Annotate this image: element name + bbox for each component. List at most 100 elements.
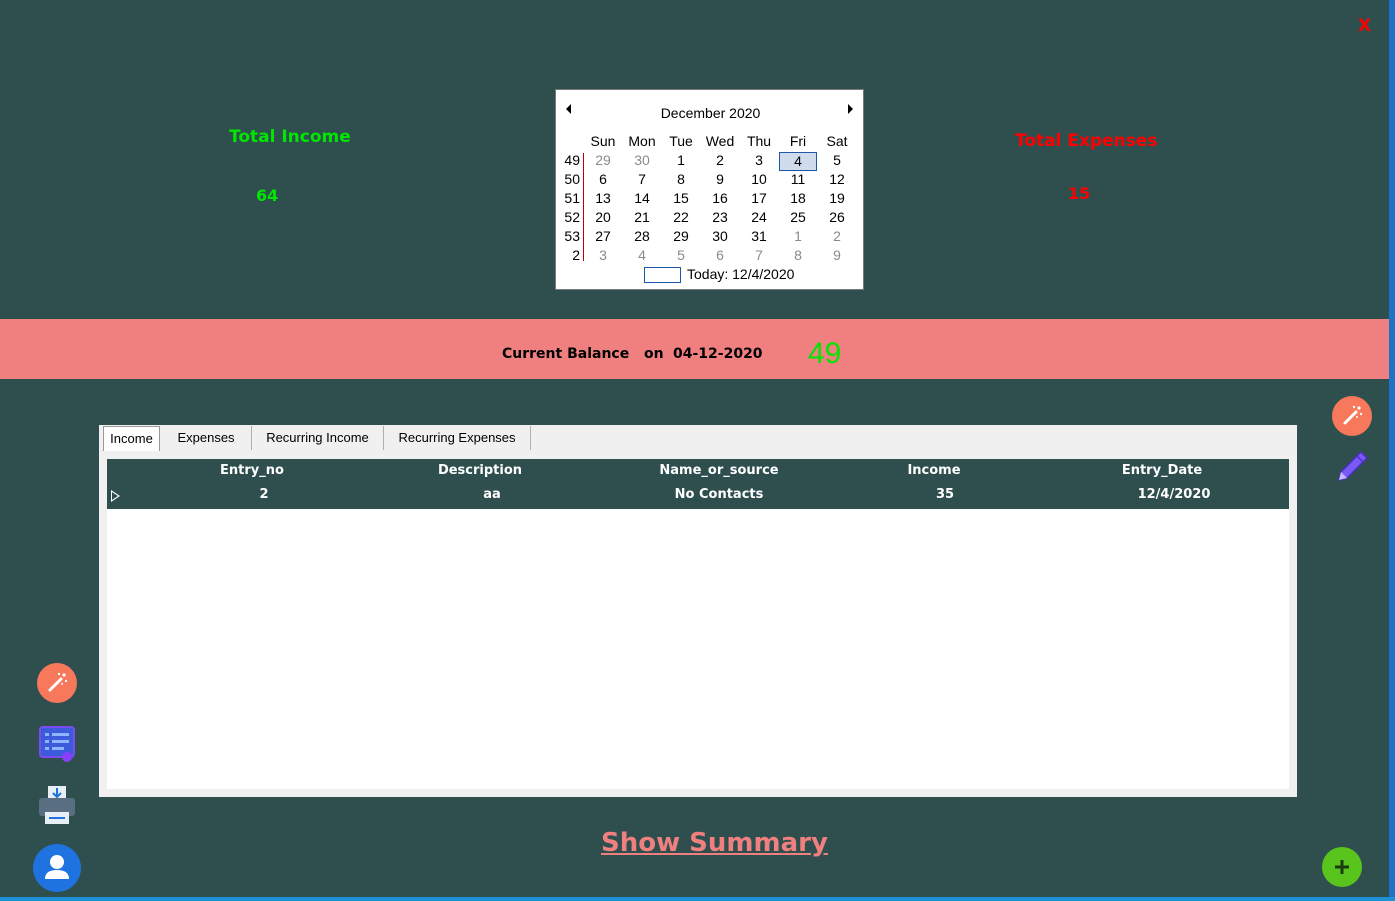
calendar-today-link[interactable]: Today: 12/4/2020 bbox=[687, 266, 794, 282]
calendar-day[interactable]: 16 bbox=[701, 190, 739, 206]
calendar-week-row: 23456789 bbox=[556, 247, 856, 266]
calendar-weekday-label: Sat bbox=[826, 133, 848, 149]
column-header-entry-no[interactable]: Entry_no bbox=[197, 463, 307, 478]
calendar-day[interactable]: 7 bbox=[740, 247, 778, 263]
cell-income[interactable]: 35 bbox=[890, 487, 1000, 502]
calendar-day[interactable]: 29 bbox=[584, 152, 622, 168]
calendar-weekday-label: Tue bbox=[669, 133, 693, 149]
calendar-day[interactable]: 2 bbox=[818, 228, 856, 244]
add-icon[interactable] bbox=[1322, 847, 1362, 887]
calendar-day[interactable]: 30 bbox=[623, 152, 661, 168]
window-edge-right bbox=[1389, 0, 1395, 901]
calendar-day[interactable]: 15 bbox=[662, 190, 700, 206]
calendar-day[interactable]: 1 bbox=[779, 228, 817, 244]
calendar-day[interactable]: 13 bbox=[584, 190, 622, 206]
calendar-day[interactable]: 4 bbox=[623, 247, 661, 263]
calendar-day[interactable]: 31 bbox=[740, 228, 778, 244]
calendar-week-number: 49 bbox=[564, 152, 580, 168]
balance-on-label: on bbox=[644, 346, 664, 362]
calendar-day[interactable]: 3 bbox=[584, 247, 622, 263]
report-list-icon[interactable] bbox=[37, 723, 77, 765]
cell-entry-no[interactable]: 2 bbox=[209, 487, 319, 502]
cell-description[interactable]: aa bbox=[437, 487, 547, 502]
tab-income[interactable]: Income bbox=[103, 426, 160, 451]
calendar-day[interactable]: 17 bbox=[740, 190, 778, 206]
month-calendar[interactable]: December 2020 Sun Mon Tue Wed Thu Fri Sat 49 29 3… bbox=[555, 89, 864, 290]
user-icon[interactable] bbox=[33, 844, 81, 892]
calendar-weekday-label: Thu bbox=[746, 133, 772, 149]
calendar-day[interactable]: 3 bbox=[740, 152, 778, 168]
calendar-selected-day[interactable]: 4 bbox=[779, 152, 817, 171]
calendar-day[interactable]: 6 bbox=[701, 247, 739, 263]
calendar-week-number: 53 bbox=[564, 228, 580, 244]
calendar-day[interactable]: 5 bbox=[818, 152, 856, 168]
total-income-value: 64 bbox=[256, 186, 279, 205]
column-header-description[interactable]: Description bbox=[425, 463, 535, 478]
calendar-week-number: 2 bbox=[572, 247, 580, 263]
calendar-day[interactable]: 27 bbox=[584, 228, 622, 244]
calendar-day[interactable]: 18 bbox=[779, 190, 817, 206]
calendar-day[interactable]: 2 bbox=[701, 152, 739, 168]
printer-icon[interactable] bbox=[36, 784, 78, 826]
magic-wand-icon[interactable] bbox=[37, 663, 77, 703]
calendar-day[interactable]: 5 bbox=[662, 247, 700, 263]
calendar-day[interactable]: 26 bbox=[818, 209, 856, 225]
calendar-day[interactable]: 23 bbox=[701, 209, 739, 225]
cell-entry-date[interactable]: 12/4/2020 bbox=[1119, 487, 1229, 502]
cell-name-or-source[interactable]: No Contacts bbox=[639, 487, 799, 502]
row-selector-icon bbox=[111, 490, 120, 502]
show-summary-link[interactable]: Show Summary bbox=[601, 828, 828, 858]
grid-header-row: Entry_no Description Name_or_source Inco… bbox=[107, 459, 1289, 483]
calendar-day[interactable]: 9 bbox=[701, 171, 739, 187]
calendar-day[interactable]: 10 bbox=[740, 171, 778, 187]
balance-date: 04-12-2020 bbox=[673, 346, 763, 362]
tab-expenses[interactable]: Expenses bbox=[161, 426, 252, 450]
calendar-day[interactable]: 28 bbox=[623, 228, 661, 244]
records-tab-control: Income Expenses Recurring Income Recurri… bbox=[99, 425, 1297, 797]
calendar-day[interactable]: 7 bbox=[623, 171, 661, 187]
calendar-next-month-button[interactable] bbox=[848, 104, 853, 114]
current-balance-value: 49 bbox=[808, 337, 842, 370]
calendar-week-number: 51 bbox=[564, 190, 580, 206]
column-header-name-or-source[interactable]: Name_or_source bbox=[639, 463, 799, 478]
calendar-day[interactable]: 1 bbox=[662, 152, 700, 168]
column-header-entry-date[interactable]: Entry_Date bbox=[1107, 463, 1217, 478]
calendar-day[interactable]: 9 bbox=[818, 247, 856, 263]
pencil-icon[interactable] bbox=[1331, 446, 1373, 488]
calendar-day[interactable]: 8 bbox=[662, 171, 700, 187]
table-row[interactable]: 2 aa No Contacts 35 12/4/2020 bbox=[107, 483, 1289, 509]
total-expenses-label: Total Expenses bbox=[1015, 131, 1158, 151]
tab-recurring-income[interactable]: Recurring Income bbox=[252, 426, 384, 450]
calendar-weekday-header: Sun Mon Tue Wed Thu Fri Sat bbox=[556, 133, 856, 152]
income-data-grid[interactable]: Entry_no Description Name_or_source Inco… bbox=[107, 459, 1289, 789]
calendar-day[interactable]: 11 bbox=[779, 171, 817, 187]
calendar-day[interactable]: 20 bbox=[584, 209, 622, 225]
calendar-weekday-label: Mon bbox=[628, 133, 656, 149]
calendar-day[interactable]: 24 bbox=[740, 209, 778, 225]
column-header-income[interactable]: Income bbox=[879, 463, 989, 478]
total-income-label: Total Income bbox=[229, 127, 351, 147]
calendar-day[interactable]: 30 bbox=[701, 228, 739, 244]
calendar-week-row: 51 13 14 15 16 17 18 19 bbox=[556, 190, 856, 209]
calendar-week-number: 52 bbox=[564, 209, 580, 225]
close-button[interactable]: X bbox=[1358, 16, 1371, 36]
calendar-day[interactable]: 12 bbox=[818, 171, 856, 187]
calendar-today-marker bbox=[644, 267, 681, 283]
calendar-day[interactable]: 8 bbox=[779, 247, 817, 263]
calendar-day[interactable]: 19 bbox=[818, 190, 856, 206]
total-expenses-value: 15 bbox=[1068, 184, 1091, 203]
calendar-weekday-label: Sun bbox=[590, 133, 616, 149]
window-edge-bottom bbox=[0, 897, 1395, 901]
calendar-week-row: 49 29 30 1 2 3 4 5 bbox=[556, 152, 856, 171]
calendar-day[interactable]: 14 bbox=[623, 190, 661, 206]
calendar-day[interactable]: 29 bbox=[662, 228, 700, 244]
current-balance-label: Current Balance bbox=[502, 346, 630, 362]
calendar-day[interactable]: 21 bbox=[623, 209, 661, 225]
tab-recurring-expenses[interactable]: Recurring Expenses bbox=[384, 426, 531, 450]
calendar-day[interactable]: 22 bbox=[662, 209, 700, 225]
calendar-day[interactable]: 25 bbox=[779, 209, 817, 225]
calendar-day[interactable]: 6 bbox=[584, 171, 622, 187]
magic-wand-icon[interactable] bbox=[1332, 396, 1372, 436]
calendar-month-title: December 2020 bbox=[660, 105, 761, 121]
calendar-week-separator bbox=[583, 153, 584, 261]
